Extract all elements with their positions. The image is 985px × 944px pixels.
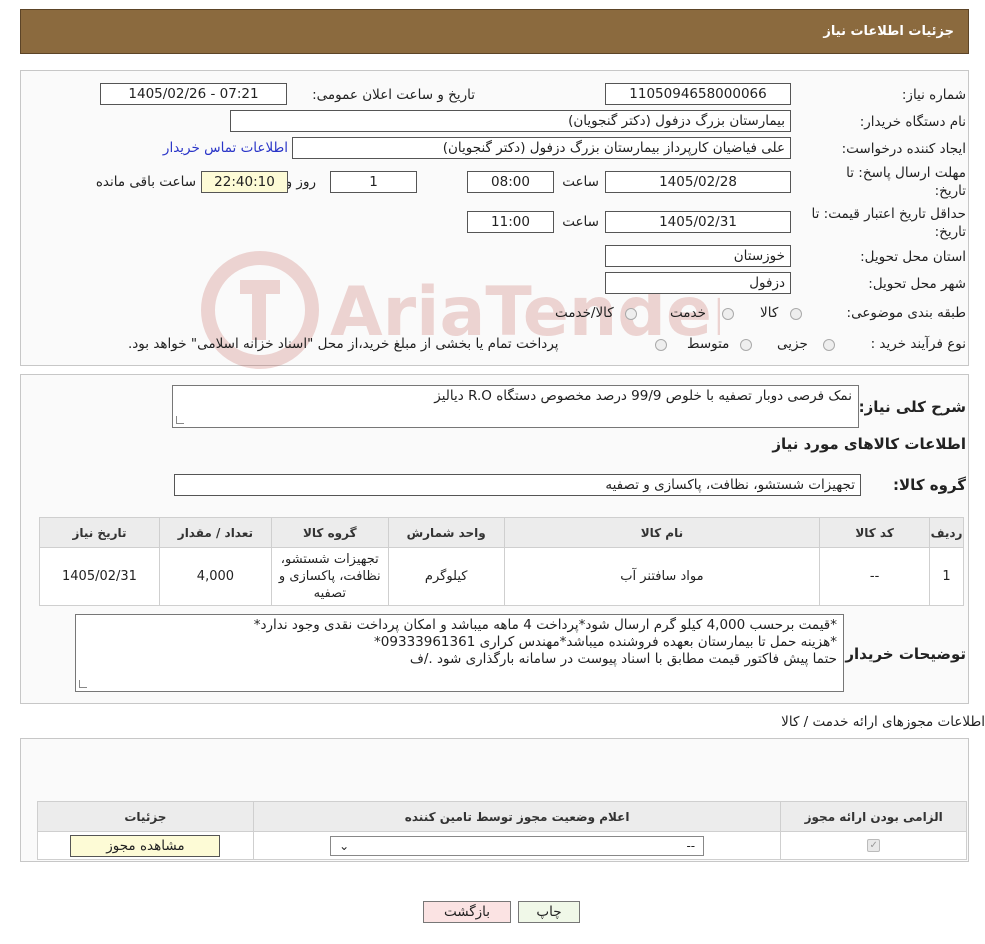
cell-name: مواد سافتنر آب <box>503 547 821 606</box>
process-note: پرداخت تمام یا بخشی از مبلغ خرید،از محل … <box>128 336 559 352</box>
remaining-time-field: 22:40:10 <box>201 171 288 193</box>
col-row: ردیف <box>929 517 964 548</box>
goods-info-title: اطلاعات کالاهای مورد نیاز <box>772 435 966 453</box>
process-radio-medium[interactable] <box>740 339 752 351</box>
deadline-time-label: ساعت <box>562 174 599 190</box>
category-radio-service[interactable] <box>722 308 734 320</box>
city-field: دزفول <box>605 272 791 294</box>
cell-group: تجهیزات شستشو، نظافت، پاکسازی و تصفیه <box>270 547 389 606</box>
buyer-notes-line-1: *قیمت برحسب 4,000 کیلو گرم ارسال شود*پرد… <box>253 617 837 633</box>
need-description: نمک فرصی دوبار تصفیه با خلوص 99/9 درصد م… <box>172 385 859 428</box>
buyer-notes-line-2: *هزینه حمل تا بیمارستان بعهده فروشنده می… <box>374 634 837 650</box>
col-code: کد کالا <box>819 517 931 548</box>
process-radio-treasury[interactable] <box>655 339 667 351</box>
deadline-time-field: 08:00 <box>467 171 554 193</box>
deadline-label: مهلت ارسال پاسخ: تا <box>846 165 966 181</box>
cell-quantity: 4,000 <box>158 547 272 606</box>
col-group: گروه کالا <box>270 517 389 548</box>
page-header: جزئیات اطلاعات نیاز <box>20 9 969 54</box>
announce-field: 1405/02/26 - 07:21 <box>100 83 287 105</box>
deadline-label-date: تاریخ: <box>934 183 966 199</box>
cell-permit-status: ⌄ -- <box>252 831 782 860</box>
category-option-goods: کالا <box>760 305 779 321</box>
permits-table-header: الزامی بودن ارائه مجوز اعلام وضعیت مجوز … <box>37 801 967 832</box>
cell-unit: کیلوگرم <box>387 547 505 606</box>
back-button[interactable]: بازگشت <box>423 901 511 923</box>
category-radio-both[interactable] <box>625 308 637 320</box>
col-permit-required: الزامی بودن ارائه مجوز <box>780 801 967 832</box>
chevron-down-icon: ⌄ <box>339 838 350 853</box>
cell-permit-details: مشاهده مجوز <box>37 831 254 860</box>
table-row: ✓ ⌄ -- مشاهده مجوز <box>37 831 967 860</box>
creator-label: ایجاد کننده درخواست: <box>841 141 966 157</box>
need-number-field: 1105094658000066 <box>605 83 791 105</box>
category-radio-goods[interactable] <box>790 308 802 320</box>
category-option-service: خدمت <box>670 305 706 321</box>
category-label: طبقه بندی موضوعی: <box>846 305 966 321</box>
buyer-notes-label: توضیحات خریدار: <box>839 645 966 663</box>
desc-label: شرح کلی نیاز: <box>858 398 966 416</box>
buyer-notes: *قیمت برحسب 4,000 کیلو گرم ارسال شود*پرد… <box>75 614 844 692</box>
table-row: 1 -- مواد سافتنر آب کیلوگرم تجهیزات شستش… <box>39 547 964 606</box>
permit-status-select[interactable]: ⌄ -- <box>330 835 705 856</box>
process-option-minor: جزیی <box>777 336 808 352</box>
col-quantity: تعداد / مقدار <box>158 517 272 548</box>
group-label: گروه کالا: <box>893 476 966 494</box>
cell-permit-required: ✓ <box>780 831 967 860</box>
days-label: روز و <box>285 174 316 190</box>
goods-table-header: ردیف کد کالا نام کالا واحد شمارش گروه کا… <box>39 517 964 548</box>
col-permit-status: اعلام وضعیت مجوز توسط تامین کننده <box>252 801 782 832</box>
buyer-field: بیمارستان بزرگ دزفول (دکتر گنجویان) <box>230 110 791 132</box>
col-date: تاریخ نیاز <box>39 517 160 548</box>
creator-field: علی فیاضیان کارپرداز بیمارستان بزرگ دزفو… <box>292 137 791 159</box>
days-remaining-field: 1 <box>330 171 417 193</box>
validity-label-date: تاریخ: <box>934 224 966 240</box>
validity-time-field: 11:00 <box>467 211 554 233</box>
buyer-notes-line-3: حتما پیش فاکتور قیمت مطابق با اسناد پیوس… <box>409 651 837 667</box>
cell-code: -- <box>819 547 931 606</box>
required-checkbox[interactable]: ✓ <box>867 839 881 852</box>
col-unit: واحد شمارش <box>387 517 505 548</box>
province-label: استان محل تحویل: <box>860 249 966 265</box>
validity-label: حداقل تاریخ اعتبار قیمت: تا <box>811 206 966 222</box>
validity-time-label: ساعت <box>562 214 599 230</box>
buyer-contact-link[interactable]: اطلاعات تماس خریدار <box>163 140 288 156</box>
process-radio-minor[interactable] <box>823 339 835 351</box>
resize-grip-icon[interactable] <box>176 416 184 424</box>
goods-table: ردیف کد کالا نام کالا واحد شمارش گروه کا… <box>39 517 964 606</box>
validity-date-field: 1405/02/31 <box>605 211 791 233</box>
cell-date: 1405/02/31 <box>39 547 160 606</box>
col-permit-details: جزئیات <box>37 801 254 832</box>
category-option-both: کالا/خدمت <box>555 305 614 321</box>
process-option-medium: متوسط <box>687 336 730 352</box>
need-number-label: شماره نیاز: <box>901 87 966 103</box>
permits-table: الزامی بودن ارائه مجوز اعلام وضعیت مجوز … <box>37 801 967 860</box>
process-label: نوع فرآیند خرید : <box>870 336 966 352</box>
announce-label: تاریخ و ساعت اعلان عمومی: <box>312 87 475 103</box>
province-field: خوزستان <box>605 245 791 267</box>
print-button[interactable]: چاپ <box>518 901 580 923</box>
buyer-label: نام دستگاه خریدار: <box>859 114 966 130</box>
page-title: جزئیات اطلاعات نیاز <box>823 24 954 39</box>
group-field: تجهیزات شستشو، نظافت، پاکسازی و تصفیه <box>174 474 861 496</box>
remaining-time-label: ساعت باقی مانده <box>95 174 196 190</box>
view-permit-button[interactable]: مشاهده مجوز <box>70 834 221 857</box>
col-name: نام کالا <box>503 517 821 548</box>
cell-row: 1 <box>929 547 964 606</box>
city-label: شهر محل تحویل: <box>868 276 966 292</box>
resize-grip-icon[interactable] <box>79 680 87 688</box>
deadline-date-field: 1405/02/28 <box>605 171 791 193</box>
permits-title: اطلاعات مجوزهای ارائه خدمت / کالا <box>781 714 985 730</box>
